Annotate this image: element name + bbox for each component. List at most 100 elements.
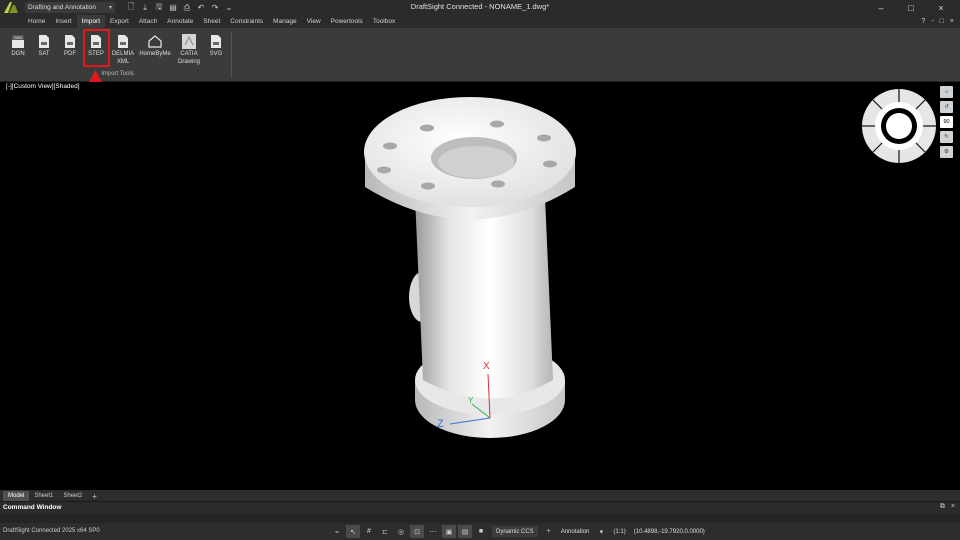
command-input-area[interactable] — [0, 514, 960, 523]
import-tools-label: Import Tools — [101, 71, 134, 77]
tab-view[interactable]: View — [302, 15, 326, 28]
command-window-title: Command Window — [3, 504, 62, 511]
chevron-down-icon: ▾ — [108, 5, 112, 11]
pdf-button[interactable]: PDF — [57, 31, 83, 69]
ribbon-right-controls: ? - □ × — [921, 15, 954, 28]
tab-sheet[interactable]: Sheet — [198, 15, 225, 28]
svg-button[interactable]: SVG — [203, 31, 229, 69]
tab-attach[interactable]: Attach — [134, 15, 162, 28]
command-window-header: Command Window ⧉ × — [0, 501, 960, 514]
dgn-file-icon: DGN — [12, 35, 24, 48]
doc-restore-icon[interactable]: □ — [940, 18, 944, 25]
ccs-selector[interactable]: Dynamic CCS — [492, 526, 538, 537]
tab-annotate[interactable]: Annotate — [162, 15, 198, 28]
catia-drawing-icon — [182, 34, 196, 49]
dgn-button[interactable]: DGN DGN — [5, 31, 31, 69]
quick-input-icon[interactable]: ▣ — [442, 525, 456, 538]
tab-manage[interactable]: Manage — [268, 15, 302, 28]
undo-icon[interactable]: ↶ — [195, 2, 207, 13]
zoom-value[interactable]: 90 — [940, 116, 953, 128]
dgn-label: DGN — [11, 51, 25, 57]
delmia-xml-label: DELMIA XML — [112, 51, 134, 66]
float-window-icon[interactable]: ⧉ — [940, 503, 945, 511]
quick-access-toolbar: 🗋 ⤓ 🖫 ▤ ⎙ ↶ ↷ ⌄ — [125, 2, 235, 13]
drawing-viewport[interactable]: [-][Custom View][Shaded] X Y Z ⌂ ↺ 90 ↻ … — [0, 82, 960, 490]
xml-line: XML — [116, 58, 130, 65]
cursor-coordinates: (10.4898,-19.7920,0.0000) — [633, 528, 705, 535]
tab-constraints[interactable]: Constraints — [225, 15, 268, 28]
home-view-icon[interactable]: ⌂ — [940, 86, 953, 98]
chevron-down-icon[interactable]: ▾ — [594, 525, 608, 538]
status-app-version: DraftSight Connected 2025 x64 SP0 — [3, 528, 100, 534]
draftsight-logo-icon — [4, 2, 18, 13]
open-file-icon[interactable]: ⤓ — [139, 2, 151, 13]
etrack-icon[interactable]: ⋯ — [426, 525, 440, 538]
homebyme-label: HomeByMe — [139, 51, 171, 57]
esnap-icon[interactable]: ⊡ — [410, 525, 424, 538]
rotate-view-icon[interactable]: ↺ — [940, 101, 953, 113]
delmia-xml-button[interactable]: DELMIA XML — [110, 31, 136, 69]
step-highlight-box — [83, 29, 110, 67]
redo-icon[interactable]: ↷ — [209, 2, 221, 13]
plus-icon[interactable]: + — [542, 525, 556, 538]
settings-gear-icon[interactable]: ⚙ — [940, 146, 953, 158]
axis-x-label: X — [483, 361, 490, 372]
sat-button[interactable]: SAT — [31, 31, 57, 69]
view-tools: ⌂ ↺ 90 ↻ ⚙ — [940, 86, 954, 158]
minimize-button[interactable]: – — [866, 0, 896, 15]
sheet-tab-sheet2[interactable]: Sheet2 — [58, 491, 87, 501]
maximize-button[interactable]: □ — [896, 0, 926, 15]
snap-icon[interactable]: ⌁ — [330, 525, 344, 538]
status-toggles: ⌁ ↖ # ⊏ ◎ ⊡ ⋯ ▣ ▤ ■ Dynamic CCS + Annota… — [330, 525, 708, 538]
tab-export[interactable]: Export — [105, 15, 134, 28]
axis-y-label: Y — [468, 396, 474, 405]
help-icon[interactable]: ? — [921, 18, 925, 25]
tab-import[interactable]: Import — [76, 15, 106, 28]
orbit-icon[interactable]: ↻ — [940, 131, 953, 143]
drawing-line: Drawing — [177, 58, 200, 65]
sheet-tabs: Model Sheet1 Sheet2 + — [0, 490, 960, 501]
ribbon-tabs: Home Insert Import Export Attach Annotat… — [0, 15, 960, 28]
close-command-window-icon[interactable]: × — [951, 503, 955, 511]
view-label[interactable]: [-][Custom View][Shaded] — [6, 83, 80, 90]
ortho-icon[interactable]: ⊏ — [378, 525, 392, 538]
pdf-label: PDF — [64, 51, 76, 57]
window-controls: – □ × — [866, 0, 956, 15]
tab-toolbox[interactable]: Toolbox — [368, 15, 400, 28]
tab-insert[interactable]: Insert — [50, 15, 76, 28]
view-cube[interactable] — [860, 87, 938, 165]
import-tools-group: DGN DGN SAT PDF STEP DELMIA XML HomeByMe … — [3, 31, 232, 81]
home-icon — [148, 35, 162, 48]
print-icon[interactable]: ⎙ — [181, 2, 193, 13]
customize-icon[interactable]: ⌄ — [223, 2, 235, 13]
doc-close-icon[interactable]: × — [950, 18, 954, 25]
workspace-dropdown[interactable]: Drafting and Annotation ▾ — [25, 2, 115, 13]
catia-drawing-button[interactable]: CATIA Drawing — [176, 31, 202, 69]
polar-icon[interactable]: ◎ — [394, 525, 408, 538]
close-button[interactable]: × — [926, 0, 956, 15]
delmia-file-icon — [118, 35, 128, 48]
save-icon[interactable]: 🖫 — [153, 2, 165, 13]
add-sheet-button[interactable]: + — [87, 491, 101, 501]
homebyme-button[interactable]: HomeByMe — [139, 31, 171, 69]
grid-icon[interactable]: # — [362, 525, 376, 538]
svg-file-icon — [211, 35, 221, 48]
scale-ratio: (1:1) — [613, 528, 626, 535]
tab-home[interactable]: Home — [23, 15, 50, 28]
sheet-tab-model[interactable]: Model — [3, 491, 30, 501]
tab-powertools[interactable]: Powertools — [326, 15, 368, 28]
svg-label: SVG — [209, 51, 223, 57]
save-as-icon[interactable]: ▤ — [167, 2, 179, 13]
stop-icon[interactable]: ■ — [474, 525, 488, 538]
catia-drawing-label: CATIA Drawing — [178, 51, 200, 66]
annotation-scale-label[interactable]: Annotation — [558, 525, 593, 538]
title-bar: Drafting and Annotation ▾ 🗋 ⤓ 🖫 ▤ ⎙ ↶ ↷ … — [0, 0, 960, 15]
cursor-select-icon[interactable]: ↖ — [346, 525, 360, 538]
lineweight-icon[interactable]: ▤ — [458, 525, 472, 538]
new-file-icon[interactable]: 🗋 — [125, 2, 137, 13]
svg-text:DGN: DGN — [14, 36, 22, 40]
pipe-fitting-3d-model — [364, 97, 576, 438]
sheet-tab-sheet1[interactable]: Sheet1 — [29, 491, 58, 501]
sat-file-icon — [39, 35, 49, 48]
doc-minimize-icon[interactable]: - — [931, 18, 933, 25]
